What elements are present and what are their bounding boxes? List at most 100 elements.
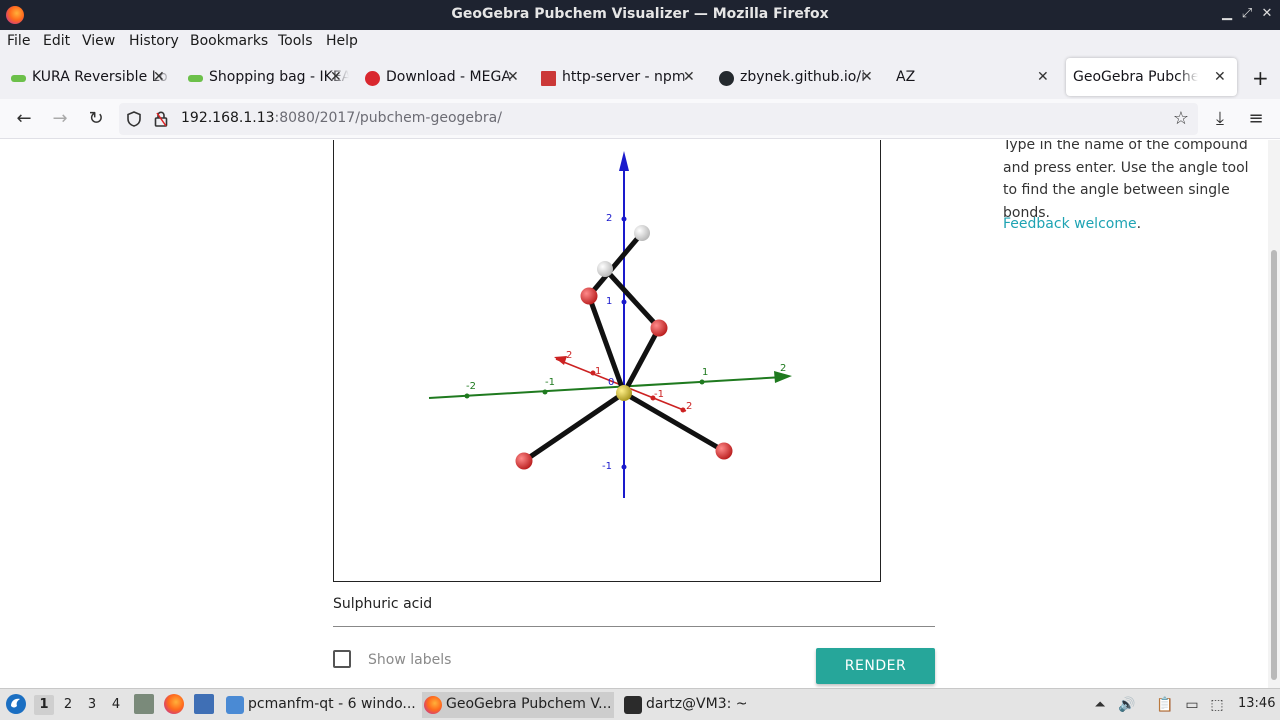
compound-input-underline bbox=[333, 626, 935, 627]
oxygen-atom[interactable] bbox=[715, 442, 733, 460]
y-tick bbox=[699, 379, 705, 385]
folder-icon bbox=[226, 696, 244, 714]
minimize-icon[interactable]: ▁ bbox=[1218, 5, 1236, 23]
oxygen-atom[interactable] bbox=[580, 287, 598, 305]
back-arrow-icon[interactable]: ← bbox=[12, 107, 36, 131]
show-labels-checkbox[interactable] bbox=[333, 650, 351, 668]
window-title: GeoGebra Pubchem Visualizer — Mozilla Fi… bbox=[451, 6, 829, 22]
menu-tools[interactable]: Tools bbox=[278, 33, 313, 49]
z-tick-label: 1 bbox=[606, 296, 612, 307]
task-pcmanfm[interactable]: pcmanfm-qt - 6 windo... bbox=[224, 692, 416, 718]
y-tick bbox=[542, 389, 548, 395]
feedback-link[interactable]: Feedback welcome bbox=[1003, 216, 1137, 232]
hydrogen-atom[interactable] bbox=[597, 261, 613, 277]
tab-mega[interactable]: Download - MEGA ✕ bbox=[362, 61, 527, 95]
x-tick-label: 2 bbox=[566, 350, 572, 361]
firefox-icon bbox=[424, 696, 442, 714]
menu-history[interactable]: History bbox=[129, 33, 179, 49]
sulfur-atom[interactable] bbox=[616, 385, 632, 401]
page-content: 2 1 -1 -2 -1 1 2 2 1 -1 2 0 Sulphuric ac… bbox=[0, 140, 1268, 688]
file-manager-launcher-icon[interactable] bbox=[134, 694, 154, 714]
menu-view[interactable]: View bbox=[82, 33, 115, 49]
x-tick-label: 2 bbox=[686, 401, 692, 412]
feedback-suffix: . bbox=[1136, 216, 1142, 232]
compound-input-value[interactable]: Sulphuric acid bbox=[333, 596, 432, 612]
tray-up-arrow-icon[interactable]: ⏶ bbox=[1090, 695, 1110, 715]
clipboard-icon[interactable]: 📋 bbox=[1155, 695, 1175, 715]
task-terminal[interactable]: dartz@VM3: ~ bbox=[622, 692, 782, 718]
firefox-launcher-icon[interactable] bbox=[164, 694, 184, 714]
z-tick-label: -1 bbox=[602, 461, 612, 472]
github-logo-icon bbox=[719, 71, 734, 86]
tab-close-icon[interactable]: ✕ bbox=[153, 69, 165, 85]
shield-icon[interactable] bbox=[125, 110, 143, 128]
address-bar[interactable]: 192.168.1.13:8080/2017/pubchem-geogebra/… bbox=[119, 103, 1198, 135]
notification-icon[interactable]: ⬚ bbox=[1207, 695, 1227, 715]
render-button[interactable]: RENDER bbox=[816, 648, 935, 684]
start-menu-icon[interactable] bbox=[5, 693, 27, 715]
tab-geogebra-active[interactable]: GeoGebra Pubchem Vi ✕ bbox=[1066, 58, 1237, 96]
molecule-plot[interactable]: 2 1 -1 -2 -1 1 2 2 1 -1 2 0 bbox=[334, 140, 880, 581]
taskbar: 1 2 3 4 pcmanfm-qt - 6 windo... GeoGebra… bbox=[0, 688, 1280, 720]
tab-favicon-icon bbox=[188, 75, 203, 82]
tab-favicon-icon bbox=[11, 75, 26, 82]
menu-file[interactable]: File bbox=[7, 33, 30, 49]
url-host: 192.168.1.13 bbox=[181, 110, 275, 126]
forward-arrow-icon[interactable]: → bbox=[48, 107, 72, 131]
tab-bar: KURA Reversible Lo ✕ Shopping bag - IKEA… bbox=[0, 55, 1280, 99]
terminal-icon bbox=[624, 696, 642, 714]
url-path: :8080/2017/pubchem-geogebra/ bbox=[274, 110, 502, 126]
workspace-4[interactable]: 4 bbox=[106, 695, 126, 715]
tab-shopping-bag[interactable]: Shopping bag - IKEA ✕ bbox=[185, 61, 350, 95]
hamburger-menu-icon[interactable]: ≡ bbox=[1244, 107, 1268, 131]
y-tick-label: 1 bbox=[702, 367, 708, 378]
bond bbox=[522, 390, 626, 464]
y-tick-label: -1 bbox=[545, 377, 555, 388]
workspace-2[interactable]: 2 bbox=[58, 695, 78, 715]
bond bbox=[603, 267, 661, 330]
tab-http-server[interactable]: http-server - npm ✕ bbox=[538, 61, 703, 95]
tab-close-icon[interactable]: ✕ bbox=[683, 69, 695, 85]
hydrogen-atom[interactable] bbox=[634, 225, 650, 241]
page-scrollbar[interactable] bbox=[1268, 140, 1280, 688]
tab-close-icon[interactable]: ✕ bbox=[507, 69, 519, 85]
show-labels-label[interactable]: Show labels bbox=[368, 652, 451, 668]
tab-kura[interactable]: KURA Reversible Lo ✕ bbox=[8, 61, 173, 95]
new-tab-button[interactable]: + bbox=[1252, 66, 1269, 90]
desktop-launcher-icon[interactable] bbox=[194, 694, 214, 714]
tab-close-icon[interactable]: ✕ bbox=[1214, 69, 1226, 85]
y-axis-line bbox=[428, 376, 785, 399]
restore-icon[interactable]: ⤢ bbox=[1238, 5, 1256, 23]
window-titlebar: GeoGebra Pubchem Visualizer — Mozilla Fi… bbox=[0, 0, 1280, 30]
bookmark-star-icon[interactable]: ☆ bbox=[1169, 107, 1193, 131]
url-text[interactable]: 192.168.1.13:8080/2017/pubchem-geogebra/ bbox=[181, 110, 502, 126]
task-firefox[interactable]: GeoGebra Pubchem V... bbox=[422, 692, 614, 718]
z-tick-label: 2 bbox=[606, 213, 612, 224]
display-icon[interactable]: ▭ bbox=[1182, 695, 1202, 715]
menu-help[interactable]: Help bbox=[326, 33, 358, 49]
tab-az[interactable]: AZ ✕ bbox=[892, 61, 1057, 95]
geogebra-3d-view[interactable]: 2 1 -1 -2 -1 1 2 2 1 -1 2 0 bbox=[333, 140, 881, 582]
scrollbar-thumb[interactable] bbox=[1271, 250, 1277, 680]
origin-label: 0 bbox=[608, 377, 614, 388]
tab-close-icon[interactable]: ✕ bbox=[861, 69, 873, 85]
tab-zbynek-github[interactable]: zbynek.github.io/i ✕ bbox=[716, 61, 881, 95]
workspace-1[interactable]: 1 bbox=[34, 695, 54, 715]
y-tick-label: 2 bbox=[780, 363, 786, 374]
z-tick bbox=[621, 216, 627, 222]
z-tick bbox=[621, 464, 627, 470]
download-icon[interactable]: ⤓ bbox=[1208, 107, 1232, 131]
lock-icon[interactable] bbox=[153, 110, 169, 128]
tab-close-icon[interactable]: ✕ bbox=[1037, 69, 1049, 85]
clock[interactable]: 13:46 bbox=[1238, 696, 1275, 711]
volume-icon[interactable]: 🔊 bbox=[1117, 695, 1137, 715]
menu-edit[interactable]: Edit bbox=[43, 33, 70, 49]
instructions-text: Type in the name of the compound and pre… bbox=[1003, 140, 1249, 221]
oxygen-atom[interactable] bbox=[515, 452, 533, 470]
reload-icon[interactable]: ↻ bbox=[84, 107, 108, 131]
oxygen-atom[interactable] bbox=[650, 319, 668, 337]
workspace-3[interactable]: 3 bbox=[82, 695, 102, 715]
close-window-icon[interactable]: ✕ bbox=[1258, 5, 1276, 23]
tab-close-icon[interactable]: ✕ bbox=[330, 69, 342, 85]
menu-bookmarks[interactable]: Bookmarks bbox=[190, 33, 268, 49]
